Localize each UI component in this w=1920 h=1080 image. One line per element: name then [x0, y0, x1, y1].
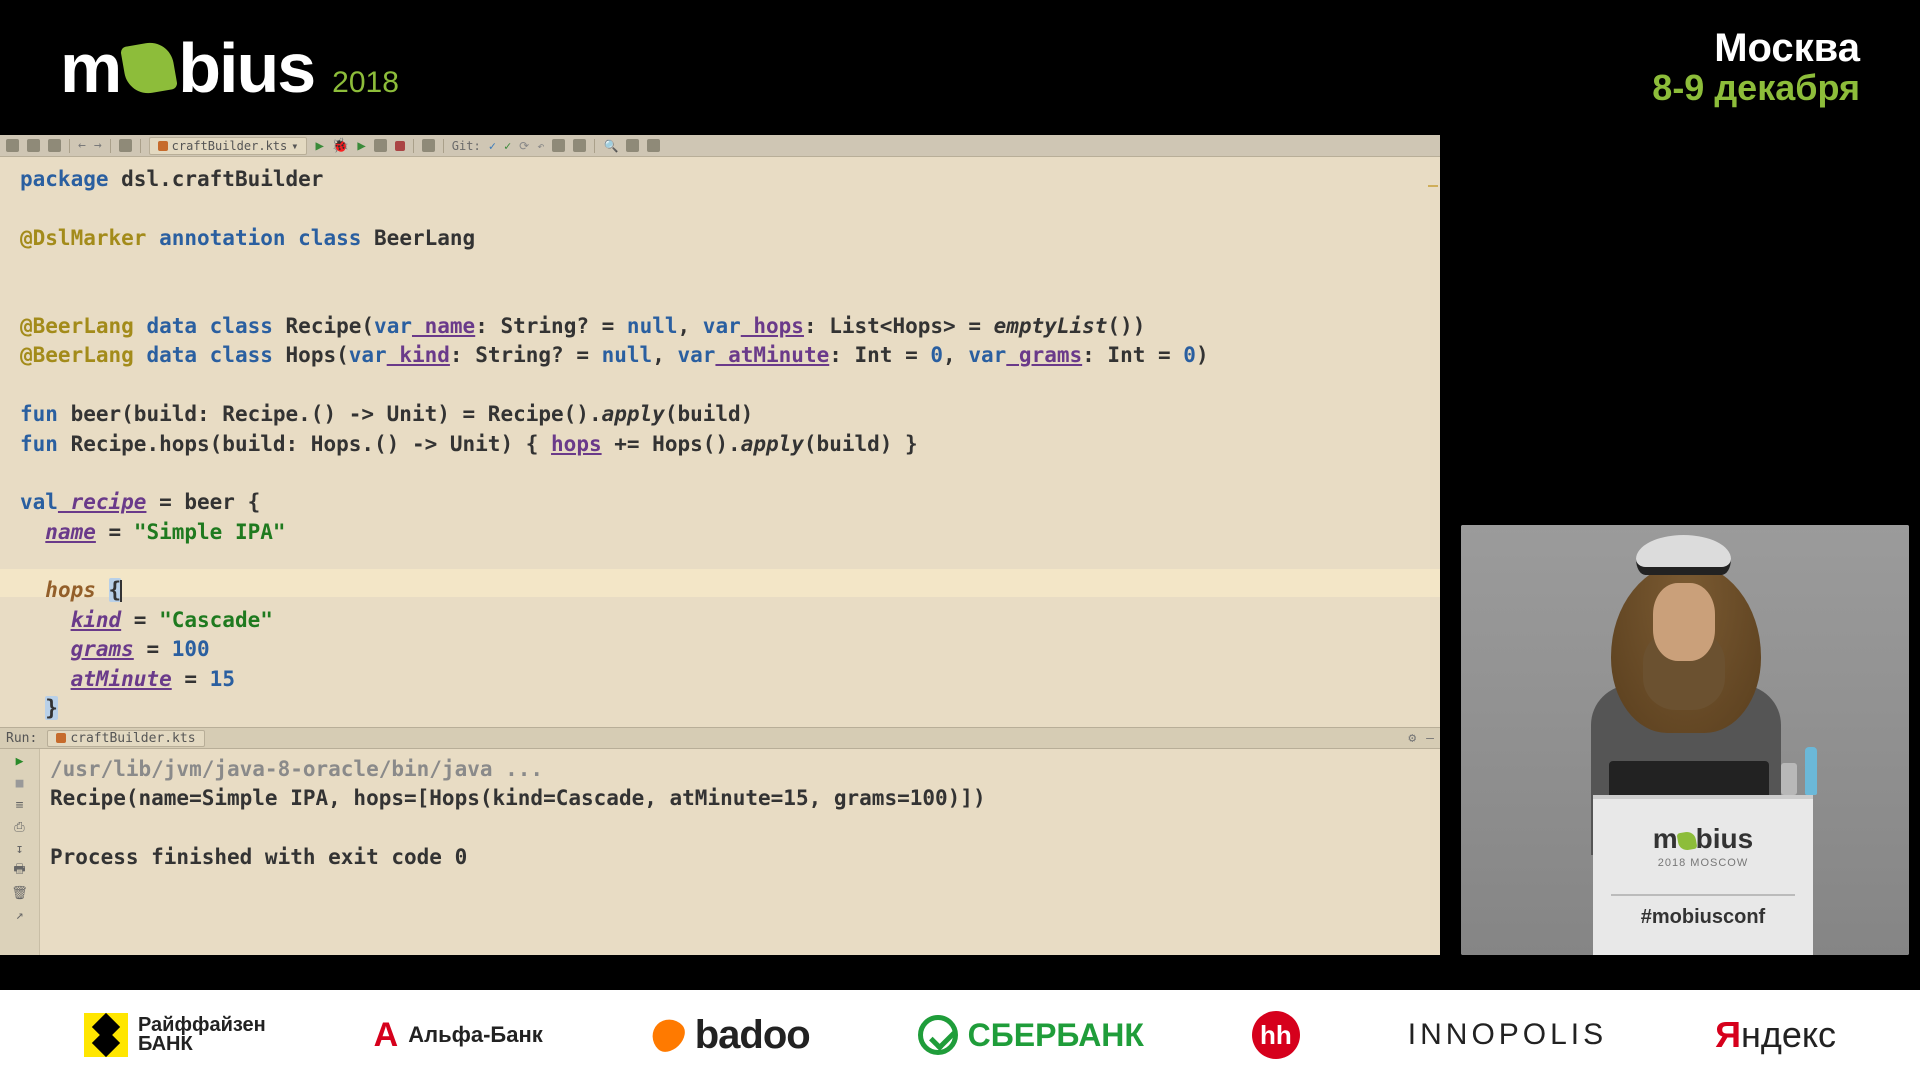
- conference-meta: Москва 8-9 декабря: [1652, 28, 1860, 108]
- ide-window: ← → craftBuilder.kts ▾ ▶ 🐞 ▶ Git: ✓ ✓ ⟳ …: [0, 135, 1440, 955]
- logo-text-post: bius: [178, 28, 314, 108]
- scroll-to-end-icon[interactable]: ↧: [10, 841, 30, 857]
- sponsor-badoo: badoo: [651, 1013, 810, 1058]
- run-tab-name: craftBuilder.kts: [70, 731, 195, 746]
- podium-subtitle: 2018 MOSCOW: [1593, 857, 1813, 869]
- ide-toolbar: ← → craftBuilder.kts ▾ ▶ 🐞 ▶ Git: ✓ ✓ ⟳ …: [0, 135, 1440, 157]
- separator: [110, 139, 111, 153]
- text-caret: [120, 580, 122, 602]
- push-icon[interactable]: [573, 139, 586, 152]
- minimize-icon[interactable]: —: [1426, 731, 1434, 746]
- vcs-history-icon[interactable]: ⟳: [519, 139, 529, 153]
- leaf-icon: [1676, 830, 1697, 851]
- stop-run-icon[interactable]: ■: [10, 775, 30, 791]
- stop-icon[interactable]: [395, 141, 405, 151]
- sponsor-alfabank: А Альфа-Банк: [374, 1016, 543, 1055]
- logo-year: 2018: [332, 66, 399, 100]
- layout-icon[interactable]: [422, 139, 435, 152]
- conference-dates: 8-9 декабря: [1652, 68, 1860, 108]
- hh-icon: hh: [1252, 1011, 1300, 1059]
- vcs-commit-icon[interactable]: ✓: [504, 139, 511, 153]
- run-exit-line: Process finished with exit code 0: [50, 843, 1430, 872]
- structure-icon[interactable]: [647, 139, 660, 152]
- profile-icon[interactable]: [374, 139, 387, 152]
- kotlin-file-icon: [56, 733, 66, 743]
- pin-icon[interactable]: ⎙: [10, 819, 30, 835]
- conference-city: Москва: [1652, 28, 1860, 68]
- print-icon[interactable]: 🖶: [10, 863, 30, 879]
- sponsor-raiffeisen: РайффайзенБАНК: [84, 1013, 266, 1057]
- rerun-icon[interactable]: ▶: [10, 753, 30, 769]
- branch-icon[interactable]: [552, 139, 565, 152]
- run-toolwindow-header: Run: craftBuilder.kts ⚙ —: [0, 727, 1440, 749]
- separator: [443, 139, 444, 153]
- debug-icon[interactable]: 🐞: [332, 138, 349, 154]
- more-icon[interactable]: ↗: [10, 907, 30, 923]
- open-icon[interactable]: [6, 139, 19, 152]
- vcs-update-icon[interactable]: ✓: [489, 139, 496, 153]
- separator: [140, 139, 141, 153]
- cup: [1781, 763, 1797, 795]
- git-label: Git:: [452, 139, 481, 153]
- run-stdout-line: Recipe(name=Simple IPA, hops=[Hops(kind=…: [50, 784, 1430, 813]
- gear-icon[interactable]: ⚙: [1408, 731, 1416, 746]
- sponsor-sberbank: СБЕРБАНК: [918, 1015, 1144, 1055]
- nav-forward-icon[interactable]: →: [94, 138, 102, 153]
- code-editor[interactable]: package dsl.craftBuilder @DslMarker anno…: [0, 157, 1440, 727]
- toggle-layout-icon[interactable]: ≡: [10, 797, 30, 813]
- logo-text-pre: m: [60, 28, 120, 108]
- sponsor-bar: РайффайзенБАНК А Альфа-Банк badoo СБЕРБА…: [0, 990, 1920, 1080]
- clear-icon[interactable]: 🗑: [10, 885, 30, 901]
- run-toolwindow: ▶ ■ ≡ ⎙ ↧ 🖶 🗑 ↗ /usr/lib/jvm/java-8-orac…: [0, 749, 1440, 955]
- settings-icon[interactable]: [626, 139, 639, 152]
- run-gutter: ▶ ■ ≡ ⎙ ↧ 🖶 🗑 ↗: [0, 749, 40, 955]
- podium-hashtag: #mobiusconf: [1611, 894, 1795, 929]
- editor-scrollbar[interactable]: [1428, 179, 1438, 727]
- coverage-icon[interactable]: ▶: [357, 138, 365, 154]
- run-output[interactable]: /usr/lib/jvm/java-8-oracle/bin/java ... …: [40, 749, 1440, 955]
- sber-icon: [918, 1015, 958, 1055]
- mobius-logo: m bius 2018: [60, 28, 399, 108]
- sponsor-innopolis: INNOPOLIS: [1408, 1018, 1607, 1052]
- chevron-down-icon: ▾: [291, 139, 298, 153]
- conference-header: m bius 2018 Москва 8-9 декабря: [0, 0, 1920, 135]
- speaker-camera: mbius 2018 MOSCOW #mobiusconf: [1461, 525, 1909, 955]
- search-icon[interactable]: 🔍: [603, 139, 618, 153]
- sponsor-yandex: Яндекс: [1715, 1014, 1836, 1056]
- run-tab[interactable]: craftBuilder.kts: [47, 730, 204, 747]
- nav-back-icon[interactable]: ←: [78, 138, 86, 153]
- run-config-selector[interactable]: craftBuilder.kts ▾: [149, 137, 308, 155]
- run-config-name: craftBuilder.kts: [172, 139, 288, 153]
- separator: [413, 139, 414, 153]
- separator: [594, 139, 595, 153]
- run-commandline: /usr/lib/jvm/java-8-oracle/bin/java ...: [50, 755, 1430, 784]
- run-icon[interactable]: ▶: [315, 138, 323, 154]
- kotlin-file-icon: [158, 141, 168, 151]
- code-content: package dsl.craftBuilder @DslMarker anno…: [20, 165, 1440, 723]
- run-label: Run:: [6, 731, 37, 746]
- build-icon[interactable]: [119, 139, 132, 152]
- save-icon[interactable]: [27, 139, 40, 152]
- raiffeisen-icon: [84, 1013, 128, 1057]
- laptop: [1609, 761, 1769, 797]
- scroll-marker: [1428, 185, 1438, 187]
- refresh-icon[interactable]: [48, 139, 61, 152]
- separator: [69, 139, 70, 153]
- podium: mbius 2018 MOSCOW #mobiusconf: [1593, 795, 1813, 955]
- leaf-icon: [120, 39, 178, 97]
- bottle: [1805, 747, 1817, 795]
- alfa-icon: А: [374, 1016, 399, 1055]
- heart-icon: [645, 1012, 690, 1057]
- vcs-revert-icon[interactable]: ↶: [537, 139, 544, 153]
- sponsor-hh: hh: [1252, 1011, 1300, 1059]
